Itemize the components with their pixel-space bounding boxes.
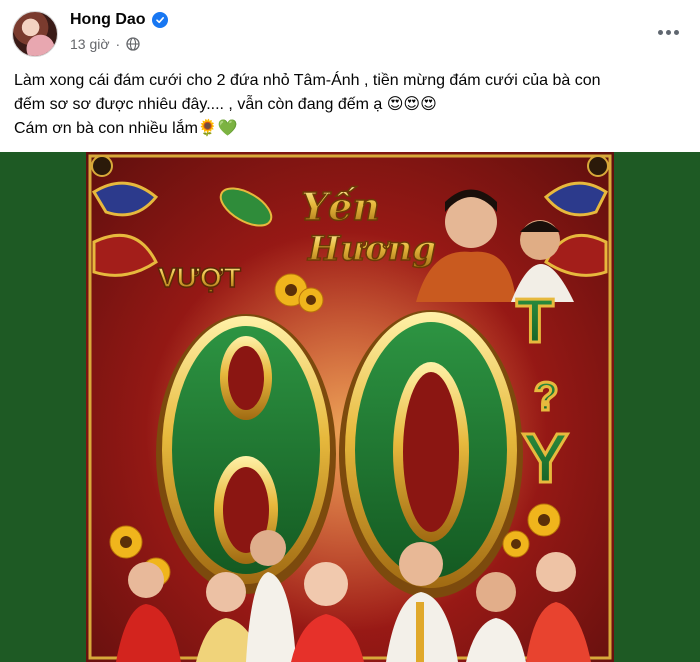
globe-icon (126, 37, 140, 51)
post-text-line: Làm xong cái đám cưới cho 2 đứa nhỏ Tâm-… (14, 72, 601, 89)
svg-text:Y: Y (522, 419, 569, 497)
more-dot-icon (665, 29, 671, 35)
post-text-line: Cám ơn bà con nhiều lắm🌻💚 (14, 120, 238, 137)
author-row: Hong Dao (70, 11, 168, 29)
post-header: Hong Dao 13 giờ · (0, 0, 700, 66)
verified-badge-icon (151, 12, 168, 28)
poster-title: Yến (301, 184, 380, 229)
post-timestamp[interactable]: 13 giờ (70, 36, 110, 52)
post-text: Làm xong cái đám cưới cho 2 đứa nhỏ Tâm-… (14, 69, 686, 141)
author-name[interactable]: Hong Dao (70, 11, 146, 29)
more-dot-icon (673, 29, 679, 35)
post-meta: 13 giờ · (70, 36, 140, 52)
more-dot-icon (657, 29, 663, 35)
post-media[interactable]: Yến Hương VƯỢT T ? Y (0, 152, 700, 662)
svg-text:Hương: Hương (307, 229, 436, 269)
svg-text:T: T (516, 287, 554, 356)
svg-text:?: ? (534, 375, 558, 419)
post-text-line: đếm sơ sơ được nhiêu đây.... , vẫn còn đ… (14, 96, 437, 113)
meta-separator: · (115, 36, 121, 52)
poster-artwork: Yến Hương VƯỢT T ? Y (88, 154, 612, 662)
svg-text:VƯỢT: VƯỢT (158, 262, 241, 293)
author-avatar[interactable] (12, 11, 58, 57)
more-options-button[interactable] (654, 18, 682, 46)
movie-poster-image[interactable]: Yến Hương VƯỢT T ? Y (86, 152, 614, 662)
